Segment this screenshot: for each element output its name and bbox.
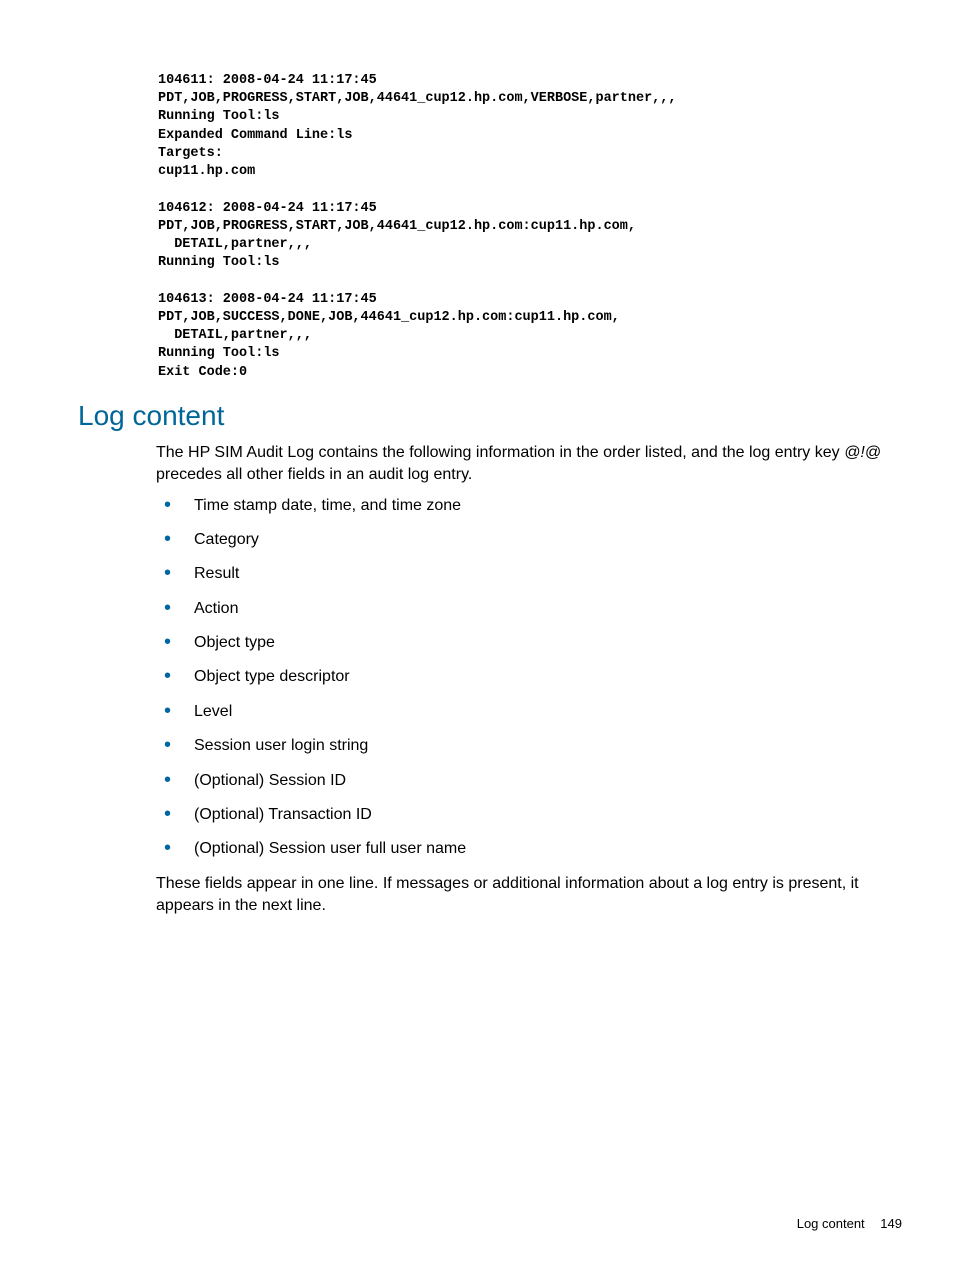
intro-text-1: The HP SIM Audit Log contains the follow… <box>156 444 844 461</box>
bullet-list: Time stamp date, time, and time zone Cat… <box>156 495 904 861</box>
list-item: Session user login string <box>156 735 904 757</box>
footer-page-number: 149 <box>880 1216 902 1231</box>
list-item: Result <box>156 563 904 585</box>
list-item: Object type descriptor <box>156 666 904 688</box>
intro-key: @!@ <box>844 444 881 461</box>
list-item: Category <box>156 529 904 551</box>
page-content: 104611: 2008-04-24 11:17:45 PDT,JOB,PROG… <box>0 0 954 966</box>
list-item: (Optional) Session user full user name <box>156 838 904 860</box>
list-item: Level <box>156 701 904 723</box>
list-item: (Optional) Transaction ID <box>156 804 904 826</box>
list-item: Action <box>156 598 904 620</box>
code-block: 104611: 2008-04-24 11:17:45 PDT,JOB,PROG… <box>158 72 904 382</box>
list-item: Time stamp date, time, and time zone <box>156 495 904 517</box>
list-item: Object type <box>156 632 904 654</box>
closing-paragraph: These fields appear in one line. If mess… <box>156 873 904 918</box>
list-item: (Optional) Session ID <box>156 770 904 792</box>
intro-text-2: precedes all other fields in an audit lo… <box>156 466 472 483</box>
section-heading: Log content <box>78 400 904 432</box>
footer-label: Log content <box>797 1216 865 1231</box>
intro-paragraph: The HP SIM Audit Log contains the follow… <box>156 442 904 487</box>
page-footer: Log content 149 <box>797 1216 902 1231</box>
